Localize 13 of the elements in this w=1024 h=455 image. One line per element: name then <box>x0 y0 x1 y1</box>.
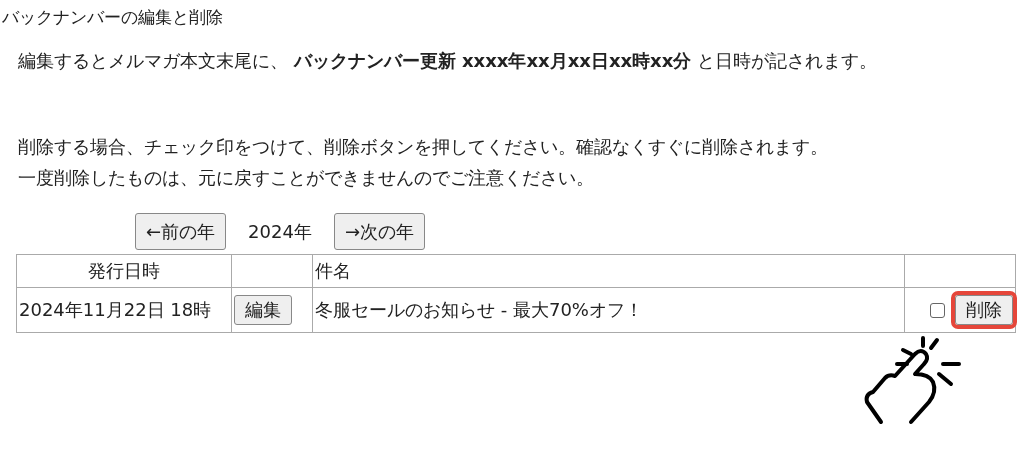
instruction-text: 削除する場合、チェック印をつけて、削除ボタンを押してください。確認なくすぐに削除されます。 <box>18 135 829 159</box>
note-text: 編集するとメルマガ本文末尾に、 バックナンバー更新 xxxx年xx月xx日xx時xx分 と日時が記されます。 <box>18 49 879 73</box>
edit-button[interactable]: 編集 <box>234 295 292 325</box>
previous-year-button[interactable]: ←前の年 <box>135 213 227 250</box>
page-title: バックナンバーの編集と削除 <box>2 6 224 29</box>
checkbox[interactable] <box>930 302 945 318</box>
table-cell: 2024年11月22日 18時 <box>16 287 232 333</box>
table-cell: 冬服セールのお知らせ - 最大70%オフ！ <box>312 287 905 333</box>
next-year-button[interactable]: →次の年 <box>333 213 425 250</box>
year-label: 2024年 <box>248 219 312 244</box>
column-header: 発行日時 <box>16 254 232 288</box>
instruction-text: 一度削除したものは、元に戻すことができませんのでご注意ください。 <box>18 166 595 190</box>
column-header: 件名 <box>312 254 905 288</box>
